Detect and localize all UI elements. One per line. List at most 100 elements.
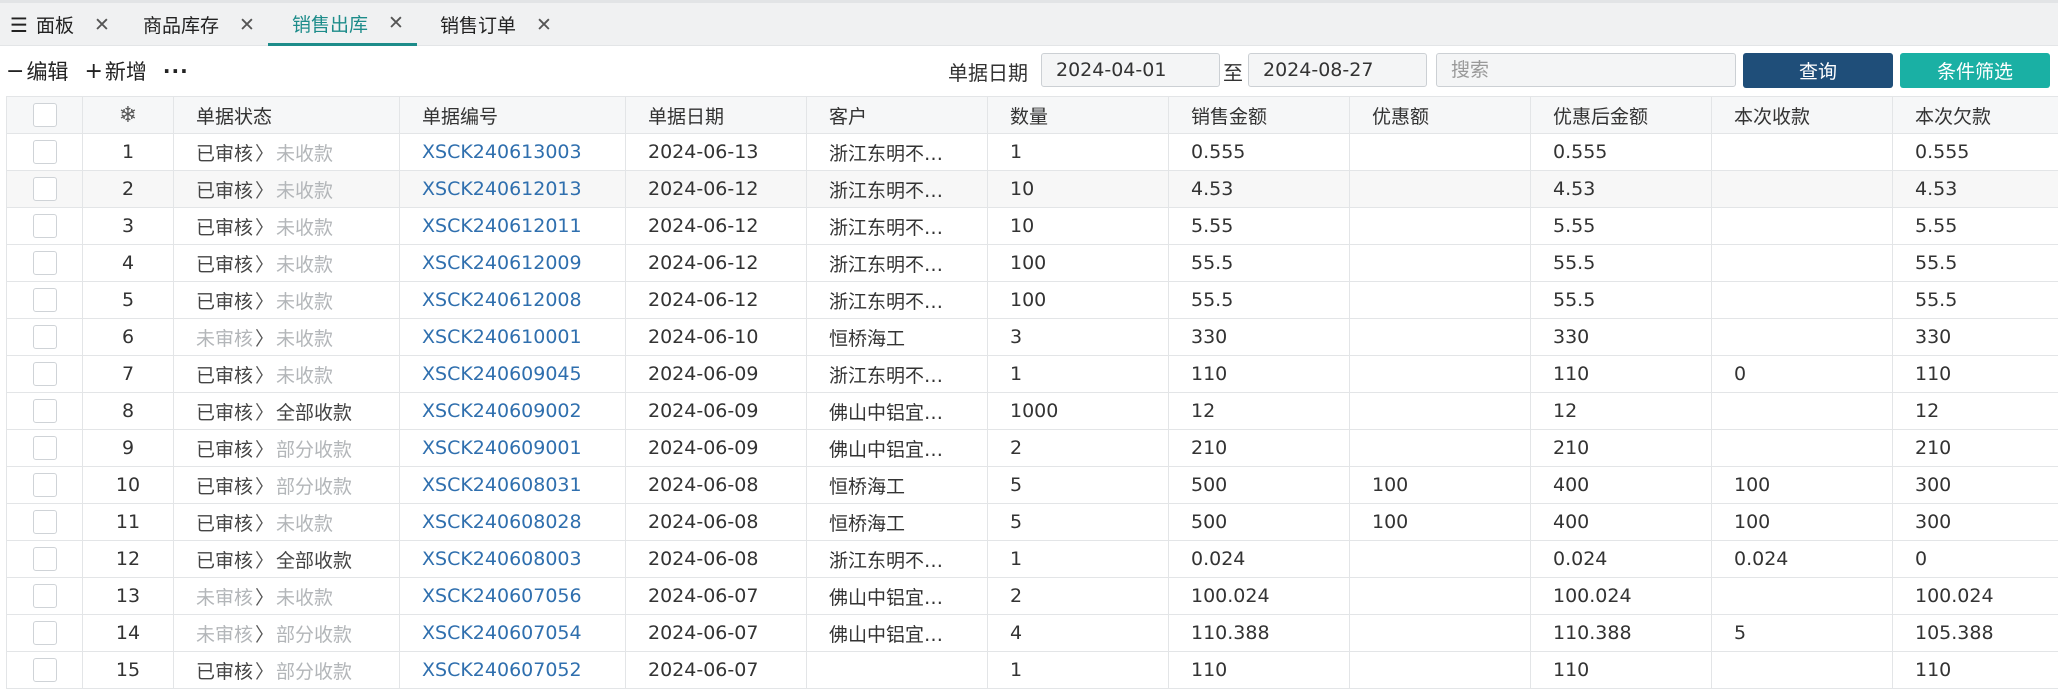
audit-status: 已审核 [196,475,254,498]
row-checkbox[interactable] [6,651,83,689]
sales-amount: 4.53 [1168,170,1350,208]
table-row[interactable]: 9 已审核〉部分收款 XSCK240609001 2024-06-09 佛山中铝宜… 2 2… [6,429,2058,467]
col-after-discount[interactable]: 优惠后金额 [1530,96,1712,134]
row-checkbox[interactable] [6,392,83,430]
table-row[interactable]: 10 已审核〉部分收款 XSCK240608031 2024-06-08 恒桥海工 5 50… [6,466,2058,504]
table-row[interactable]: 1 已审核〉未收款 XSCK240613003 2024-06-13 浙江东明不… 1 0.… [6,133,2058,171]
customer: 浙江东明不… [806,355,988,393]
edit-button[interactable]: − 编辑 [6,56,68,86]
chevron-right-icon: 〉 [255,512,275,535]
after-discount: 0.024 [1530,540,1712,578]
col-discount[interactable]: 优惠额 [1349,96,1531,134]
doc-number-link[interactable]: XSCK240612013 [399,170,626,208]
tab-inventory[interactable]: 商品库存 ✕ [143,3,255,46]
row-checkbox[interactable] [6,207,83,245]
doc-number-link[interactable]: XSCK240608028 [399,503,626,541]
owed: 0.555 [1892,133,2058,171]
row-checkbox[interactable] [6,281,83,319]
sales-amount: 0.024 [1168,540,1350,578]
table-row[interactable]: 5 已审核〉未收款 XSCK240612008 2024-06-12 浙江东明不… 100… [6,281,2058,319]
filter-button[interactable]: 条件筛选 [1900,53,2050,88]
doc-number-link[interactable]: XSCK240609001 [399,429,626,467]
add-button[interactable]: + 新增 [84,56,146,86]
row-checkbox[interactable] [6,170,83,208]
after-discount: 5.55 [1530,207,1712,245]
owed: 0 [1892,540,2058,578]
table-row[interactable]: 15 已审核〉部分收款 XSCK240607052 2024-06-07 1 110 110… [6,651,2058,689]
doc-number-link[interactable]: XSCK240609002 [399,392,626,430]
after-discount: 110 [1530,651,1712,689]
status-cell: 已审核〉未收款 [173,133,400,171]
chevron-right-icon: 〉 [255,253,275,276]
doc-number-link[interactable]: XSCK240610001 [399,318,626,356]
doc-number-link[interactable]: XSCK240607054 [399,614,626,652]
table-row[interactable]: 2 已审核〉未收款 XSCK240612013 2024-06-12 浙江东明不… 10 4… [6,170,2058,208]
close-icon[interactable]: ✕ [94,14,110,36]
table-row[interactable]: 4 已审核〉未收款 XSCK240612009 2024-06-12 浙江东明不… 100… [6,244,2058,282]
doc-number-link[interactable]: XSCK240612008 [399,281,626,319]
doc-date: 2024-06-09 [625,392,807,430]
table-row[interactable]: 11 已审核〉未收款 XSCK240608028 2024-06-08 恒桥海工 5 500… [6,503,2058,541]
table-row[interactable]: 12 已审核〉全部收款 XSCK240608003 2024-06-08 浙江东明不… 1… [6,540,2058,578]
row-checkbox[interactable] [6,133,83,171]
doc-number-link[interactable]: XSCK240607056 [399,577,626,615]
close-icon[interactable]: ✕ [536,14,552,36]
row-checkbox[interactable] [6,429,83,467]
table-row[interactable]: 14 未审核〉部分收款 XSCK240607054 2024-06-07 佛山中铝宜… 4… [6,614,2058,652]
tab-sales-outbound[interactable]: 销售出库 ✕ [268,3,417,46]
menu-icon[interactable]: ☰ [10,13,28,37]
after-discount: 400 [1530,503,1712,541]
row-checkbox[interactable] [6,614,83,652]
col-customer[interactable]: 客户 [806,96,988,134]
row-index: 2 [82,170,174,208]
tab-dashboard[interactable]: ☰ 面板 ✕ [10,3,110,46]
row-checkbox[interactable] [6,318,83,356]
tab-sales-order[interactable]: 销售订单 ✕ [440,3,552,46]
qty: 1 [987,133,1169,171]
table-row[interactable]: 3 已审核〉未收款 XSCK240612011 2024-06-12 浙江东明不… 10 5… [6,207,2058,245]
row-checkbox[interactable] [6,503,83,541]
qty: 2 [987,577,1169,615]
col-amount[interactable]: 销售金额 [1168,96,1350,134]
more-icon[interactable]: ··· [163,59,189,83]
search-input[interactable]: 搜索 [1436,53,1736,87]
row-checkbox[interactable] [6,540,83,578]
owed: 55.5 [1892,281,2058,319]
col-status[interactable]: 单据状态 [173,96,400,134]
doc-number-link[interactable]: XSCK240612009 [399,244,626,282]
discount [1349,281,1531,319]
doc-number-link[interactable]: XSCK240608003 [399,540,626,578]
doc-date: 2024-06-07 [625,577,807,615]
row-checkbox[interactable] [6,577,83,615]
date-to-input[interactable]: 2024-08-27 [1248,53,1427,87]
doc-number-link[interactable]: XSCK240608031 [399,466,626,504]
table-row[interactable]: 7 已审核〉未收款 XSCK240609045 2024-06-09 浙江东明不… 1 11… [6,355,2058,393]
table-row[interactable]: 13 未审核〉未收款 XSCK240607056 2024-06-07 佛山中铝宜… 2 1… [6,577,2058,615]
row-index: 8 [82,392,174,430]
close-icon[interactable]: ✕ [388,12,404,34]
table-row[interactable]: 6 未审核〉未收款 XSCK240610001 2024-06-10 恒桥海工 3 330 3… [6,318,2058,356]
table-row[interactable]: 8 已审核〉全部收款 XSCK240609002 2024-06-09 佛山中铝宜… 10… [6,392,2058,430]
doc-number-link[interactable]: XSCK240613003 [399,133,626,171]
date-from-input[interactable]: 2024-04-01 [1041,53,1220,87]
date-range-separator: 至 [1223,61,1243,85]
doc-number-link[interactable]: XSCK240612011 [399,207,626,245]
query-button[interactable]: 查询 [1743,53,1893,88]
close-icon[interactable]: ✕ [239,14,255,36]
select-all-checkbox[interactable] [6,96,83,134]
col-qty[interactable]: 数量 [987,96,1169,134]
doc-number-link[interactable]: XSCK240607052 [399,651,626,689]
snowflake-icon[interactable]: ❄ [82,96,174,134]
row-checkbox[interactable] [6,355,83,393]
status-cell: 已审核〉未收款 [173,503,400,541]
col-owed[interactable]: 本次欠款 [1892,96,2058,134]
payment-status: 未收款 [276,253,334,276]
row-checkbox[interactable] [6,466,83,504]
row-checkbox[interactable] [6,244,83,282]
qty: 1000 [987,392,1169,430]
doc-number-link[interactable]: XSCK240609045 [399,355,626,393]
col-doc-no[interactable]: 单据编号 [399,96,626,134]
col-doc-date[interactable]: 单据日期 [625,96,807,134]
col-received[interactable]: 本次收款 [1711,96,1893,134]
qty: 1 [987,540,1169,578]
